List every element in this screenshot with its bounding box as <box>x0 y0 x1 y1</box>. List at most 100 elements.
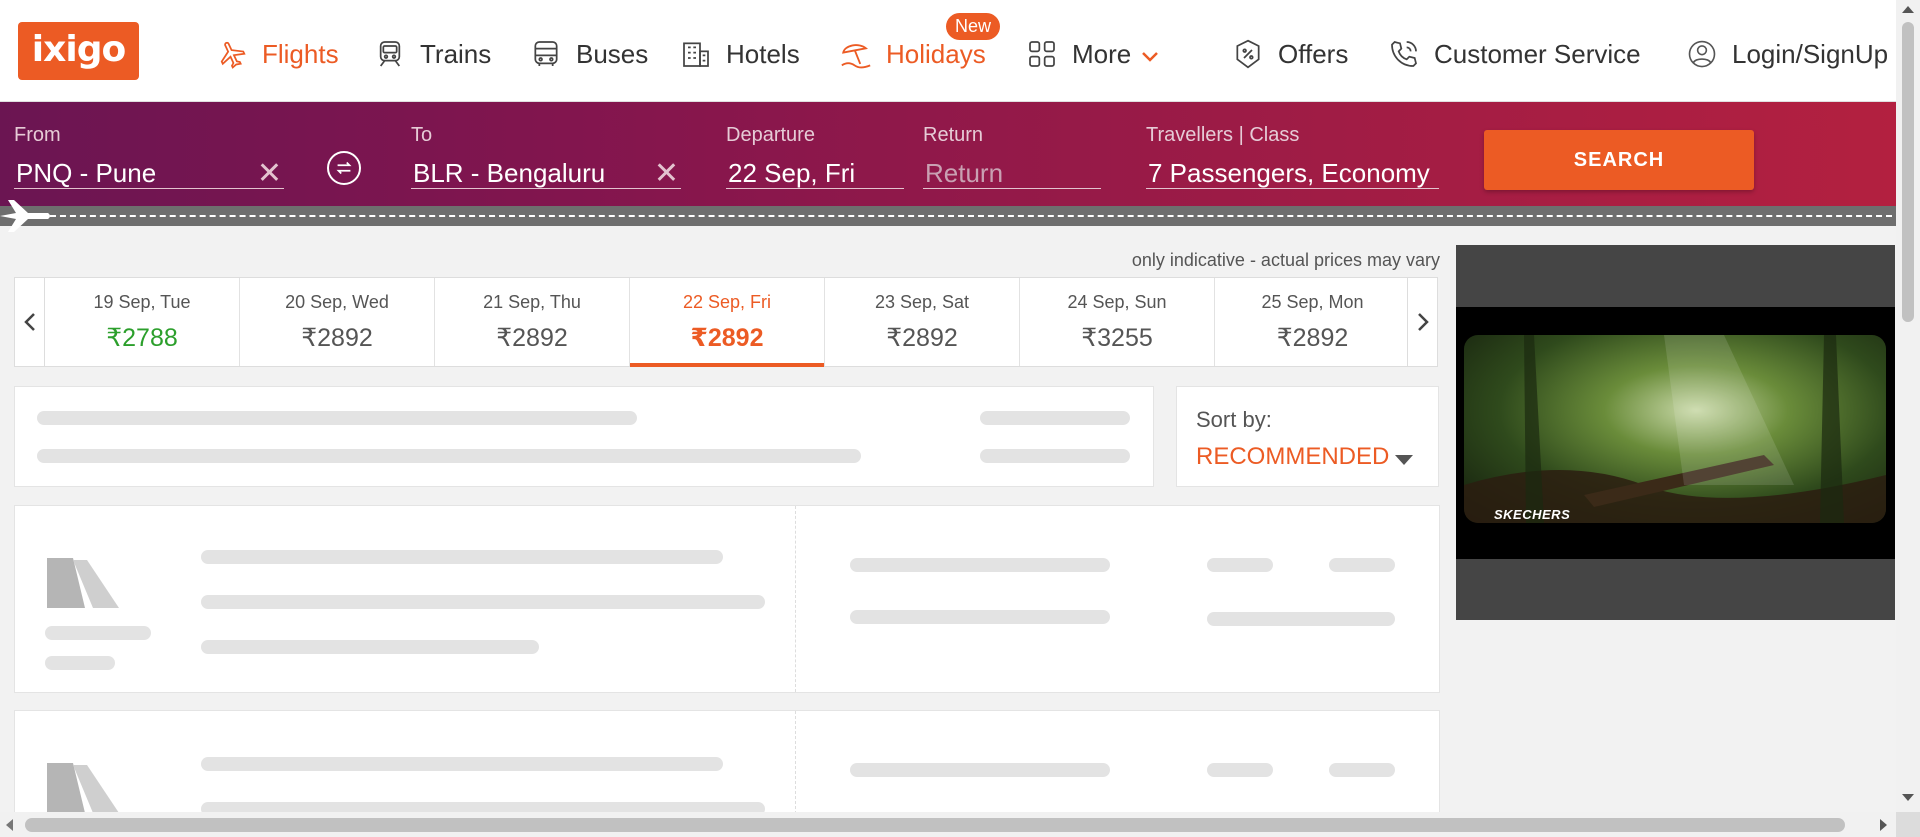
skeleton-line <box>45 656 115 670</box>
user-icon <box>1684 36 1720 72</box>
swap-arrows-icon <box>336 161 352 175</box>
scroll-down-arrow[interactable] <box>1902 794 1914 801</box>
nav-offers[interactable]: Offers <box>1230 30 1348 78</box>
fare-date: 24 Sep, Sun <box>1067 292 1167 312</box>
chevron-left-icon <box>23 313 35 331</box>
vertical-scroll-thumb[interactable] <box>1902 22 1914 322</box>
fare-price: ₹2892 <box>301 324 373 352</box>
return-field[interactable]: Return Return <box>923 102 1101 198</box>
fare-date-cell[interactable]: 25 Sep, Mon ₹2892 <box>1215 278 1410 366</box>
clear-to-icon[interactable]: ✕ <box>654 156 679 191</box>
plane-silhouette-icon <box>0 200 52 237</box>
next-dates-button[interactable] <box>1407 278 1437 366</box>
travellers-label: Travellers | Class <box>1146 124 1300 146</box>
vertical-scrollbar[interactable] <box>1896 0 1920 837</box>
nav-flights-label: Flights <box>262 38 339 69</box>
return-label: Return <box>923 124 984 146</box>
nav-customer-service[interactable]: Customer Service <box>1386 30 1641 78</box>
card-divider <box>795 506 796 692</box>
prev-dates-button[interactable] <box>15 278 45 366</box>
nav-holidays-label: Holidays <box>886 38 986 69</box>
new-badge: New <box>946 13 1001 40</box>
nav-flights[interactable]: Flights <box>214 30 339 78</box>
fare-price: ₹3255 <box>1081 324 1153 352</box>
flight-result-loading <box>14 505 1440 693</box>
discount-tag-icon <box>1230 36 1266 72</box>
sort-label: Sort by: <box>1196 407 1272 432</box>
fare-date: 25 Sep, Mon <box>1261 292 1364 312</box>
skeleton-line <box>201 595 765 609</box>
fare-date-cell[interactable]: 21 Sep, Thu ₹2892 <box>435 278 630 366</box>
dashed-path <box>40 215 1892 217</box>
skeleton-line <box>1329 558 1395 572</box>
fare-date: 23 Sep, Sat <box>874 292 970 312</box>
ixigo-logo[interactable]: ixigo <box>18 22 139 80</box>
ad-brand-label: SKECHERS <box>1494 507 1571 522</box>
travellers-underline <box>1146 188 1439 189</box>
fare-price: ₹2892 <box>690 324 764 352</box>
chevron-right-icon <box>1417 313 1429 331</box>
forest-scene-image <box>1464 335 1886 523</box>
nav-hotels[interactable]: Hotels <box>678 30 800 78</box>
horizontal-scrollbar[interactable] <box>0 812 1896 837</box>
price-disclaimer: only indicative - actual prices may vary <box>1131 250 1440 270</box>
sort-value[interactable]: RECOMMENDED <box>1196 443 1389 471</box>
hotel-building-icon <box>678 36 714 72</box>
fare-date-cell[interactable]: 19 Sep, Tue ₹2788 <box>45 278 240 366</box>
fare-date: 22 Sep, Fri <box>682 292 772 312</box>
airline-placeholder-icon <box>43 556 123 615</box>
to-field[interactable]: To BLR - Bengaluru ✕ <box>411 102 681 198</box>
scroll-left-arrow[interactable] <box>6 819 13 831</box>
nav-login[interactable]: Login/SignUp <box>1684 30 1888 78</box>
fare-date-cell[interactable]: 20 Sep, Wed ₹2892 <box>240 278 435 366</box>
fare-date: 21 Sep, Thu <box>483 292 581 312</box>
fare-date-cell[interactable]: 23 Sep, Sat ₹2892 <box>825 278 1020 366</box>
skeleton-line <box>980 411 1130 425</box>
filter-summary-loading <box>14 386 1154 487</box>
fare-date-cell-selected[interactable]: 22 Sep, Fri ₹2892 <box>630 278 825 367</box>
departure-label: Departure <box>726 124 815 146</box>
travellers-field[interactable]: Travellers | Class 7 Passengers, Economy <box>1146 102 1439 198</box>
skeleton-line <box>980 449 1130 463</box>
skeleton-line <box>850 610 1110 624</box>
to-label: To <box>411 124 433 146</box>
phone-icon <box>1386 36 1422 72</box>
video-advertisement[interactable]: SKECHERS <box>1456 245 1895 620</box>
swap-cities-button[interactable] <box>327 151 361 185</box>
beach-umbrella-icon <box>838 36 874 72</box>
to-underline <box>411 188 681 189</box>
skeleton-line <box>37 449 861 463</box>
to-input[interactable]: BLR - Bengaluru <box>413 158 605 189</box>
departure-field[interactable]: Departure 22 Sep, Fri <box>726 102 904 198</box>
fare-date: 20 Sep, Wed <box>285 292 389 312</box>
nav-more-label: More <box>1072 38 1132 69</box>
fare-price: ₹2892 <box>886 324 958 352</box>
scrollbar-corner <box>1896 812 1920 837</box>
skeleton-line <box>45 626 151 640</box>
scroll-right-arrow[interactable] <box>1880 819 1887 831</box>
from-input[interactable]: PNQ - Pune <box>16 158 156 189</box>
fare-date-cell[interactable]: 24 Sep, Sun ₹3255 <box>1020 278 1215 366</box>
fare-price: ₹2788 <box>106 324 178 352</box>
departure-input[interactable]: 22 Sep, Fri <box>728 158 855 189</box>
return-input[interactable]: Return <box>925 158 1003 189</box>
sort-dropdown[interactable]: Sort by: RECOMMENDED <box>1176 386 1439 487</box>
departure-underline <box>726 188 904 189</box>
nav-more[interactable]: More <box>1024 30 1159 78</box>
top-navbar: ixigo Flights Trains Buses Hotels Holida… <box>0 0 1896 102</box>
skeleton-line <box>201 640 539 654</box>
search-button[interactable]: SEARCH <box>1484 130 1754 190</box>
horizontal-scroll-thumb[interactable] <box>25 818 1845 832</box>
from-underline <box>14 188 284 189</box>
from-field[interactable]: From PNQ - Pune ✕ <box>14 102 284 198</box>
fare-price: ₹2892 <box>1276 324 1349 352</box>
clear-from-icon[interactable]: ✕ <box>257 156 282 191</box>
scroll-up-arrow[interactable] <box>1902 6 1914 13</box>
return-underline <box>923 188 1101 189</box>
caret-down-icon <box>1395 455 1413 465</box>
nav-trains[interactable]: Trains <box>372 30 491 78</box>
nav-offers-label: Offers <box>1278 38 1349 69</box>
ad-video-player[interactable]: SKECHERS <box>1456 307 1895 559</box>
nav-buses[interactable]: Buses <box>528 30 648 78</box>
travellers-input[interactable]: 7 Passengers, Economy <box>1148 158 1430 189</box>
